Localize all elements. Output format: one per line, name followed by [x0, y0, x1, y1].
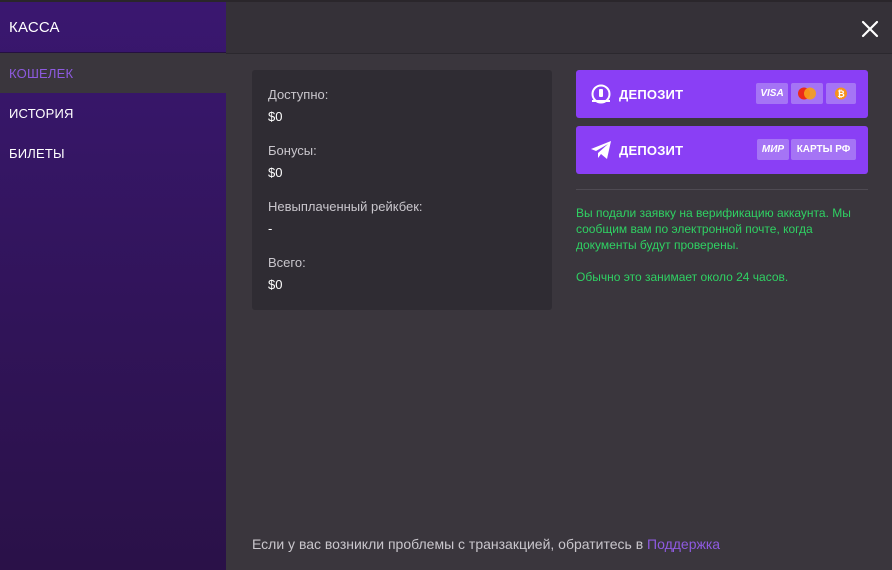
close-icon — [861, 20, 879, 38]
footer-text: Если у вас возникли проблемы с транзакци… — [252, 536, 648, 552]
close-button[interactable] — [859, 18, 881, 40]
divider — [576, 189, 868, 190]
support-footer: Если у вас возникли проблемы с транзакци… — [252, 536, 720, 552]
bitcoin-badge: ₿ — [826, 83, 856, 104]
mastercard-badge — [791, 83, 823, 104]
cashier-title: КАССА — [0, 2, 226, 53]
deposit-label: ДЕПОЗИТ — [619, 143, 684, 158]
bitcoin-icon: ₿ — [835, 87, 847, 100]
svg-text:₿: ₿ — [837, 89, 844, 99]
telegram-icon — [591, 141, 611, 159]
cards-rf-badge: КАРТЫ РФ — [791, 139, 856, 160]
total-value: $0 — [268, 277, 283, 292]
available-group: Доступно: $0 — [268, 86, 552, 142]
bonus-group: Бонусы: $0 — [268, 142, 552, 198]
nav-item-wallet[interactable]: КОШЕЛЕК — [0, 53, 226, 93]
bonus-label: Бонусы: — [268, 143, 317, 158]
nav-item-history[interactable]: ИСТОРИЯ — [0, 93, 226, 133]
available-value: $0 — [268, 109, 283, 124]
verification-time-note: Обычно это занимает около 24 часов. — [576, 270, 789, 284]
mir-badge: МИР — [757, 139, 789, 160]
visa-badge: VISA — [756, 83, 788, 104]
header-bar — [226, 2, 892, 54]
rakeback-label: Невыплаченный рейкбек: — [268, 199, 423, 214]
available-label: Доступно: — [268, 87, 329, 102]
deposit-coin-icon — [591, 84, 611, 104]
bonus-value: $0 — [268, 165, 283, 180]
deposit-label: ДЕПОЗИТ — [619, 87, 684, 102]
deposit-card-button[interactable]: ДЕПОЗИТ VISA ₿ — [576, 70, 868, 118]
total-label: Всего: — [268, 255, 306, 270]
rakeback-value: - — [268, 221, 273, 236]
verification-message: Вы подали заявку на верификацию аккаунта… — [576, 206, 851, 252]
sidebar: КАССА КОШЕЛЕК ИСТОРИЯ БИЛЕТЫ — [0, 2, 226, 570]
total-group: Всего: $0 — [268, 254, 552, 310]
balance-card: Доступно: $0 Бонусы: $0 Невыплаченный ре… — [252, 70, 552, 310]
support-link[interactable]: Поддержка — [647, 536, 720, 552]
deposit-telegram-button[interactable]: ДЕПОЗИТ МИР КАРТЫ РФ — [576, 126, 868, 174]
mastercard-icon — [798, 87, 816, 100]
nav-item-tickets[interactable]: БИЛЕТЫ — [0, 133, 226, 173]
rakeback-group: Невыплаченный рейкбек: - — [268, 198, 552, 254]
